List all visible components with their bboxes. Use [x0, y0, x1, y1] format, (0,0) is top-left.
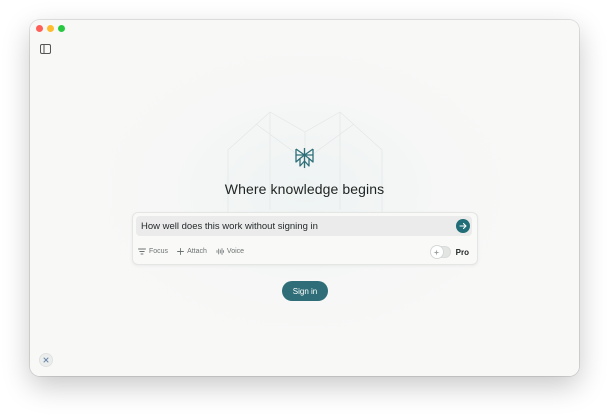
pro-toggle-group: Pro — [429, 246, 469, 258]
focus-label: Focus — [149, 248, 169, 255]
arrow-right-icon — [459, 222, 467, 230]
attach-label: Attach — [187, 248, 207, 255]
minimize-window-button[interactable] — [47, 25, 54, 32]
voice-button[interactable]: Voice — [216, 248, 244, 255]
sign-in-button[interactable]: Sign in — [282, 281, 328, 301]
submit-button[interactable] — [456, 219, 470, 233]
page-title: Where knowledge begins — [224, 181, 385, 197]
close-icon[interactable] — [39, 353, 53, 367]
search-input[interactable] — [136, 216, 472, 236]
pro-label: Pro — [455, 247, 469, 257]
sparkle-icon — [433, 249, 440, 255]
search-box: Focus Attach Voice — [132, 212, 478, 265]
waveform-icon — [216, 248, 224, 255]
perplexity-logo-icon — [294, 147, 315, 169]
filter-icon — [138, 248, 146, 255]
search-tools: Focus Attach Voice — [138, 248, 244, 255]
window-controls — [36, 25, 65, 32]
sidebar-icon[interactable] — [40, 41, 51, 54]
voice-label: Voice — [226, 248, 245, 255]
toggle-knob — [430, 246, 443, 258]
background-pattern — [227, 111, 383, 220]
pro-toggle[interactable] — [429, 246, 451, 258]
attach-button[interactable]: Attach — [177, 248, 207, 255]
focus-button[interactable]: Focus — [138, 248, 168, 255]
plus-icon — [177, 248, 185, 255]
zoom-window-button[interactable] — [58, 25, 65, 32]
close-window-button[interactable] — [36, 25, 43, 32]
app-window: Where knowledge begins Focus Attach — [30, 20, 579, 376]
